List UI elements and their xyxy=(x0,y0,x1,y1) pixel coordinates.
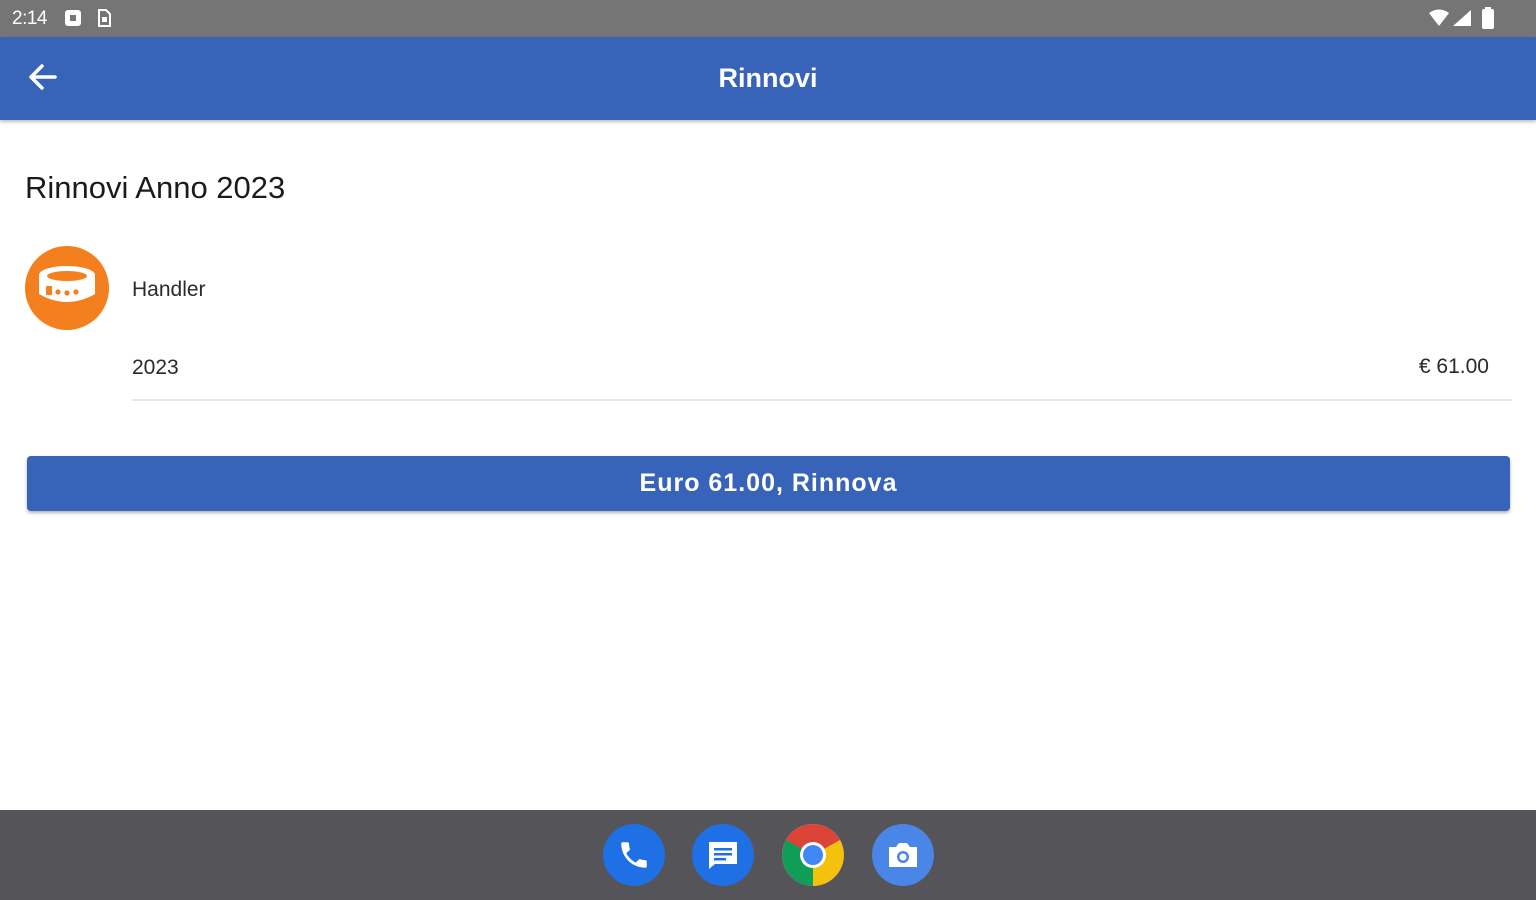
sim-icon xyxy=(96,9,112,32)
chrome-app-icon[interactable] xyxy=(782,824,844,886)
item-year: 2023 xyxy=(132,356,179,379)
section-title: Rinnovi Anno 2023 xyxy=(25,170,286,205)
phone-app-icon[interactable] xyxy=(603,824,665,886)
status-time: 2:14 xyxy=(12,8,47,29)
renew-button[interactable]: Euro 61.00, Rinnova xyxy=(27,456,1510,511)
app-bar: Rinnovi xyxy=(0,37,1536,120)
wifi-icon xyxy=(1428,9,1450,32)
collar-icon xyxy=(36,264,98,313)
item-name: Handler xyxy=(132,278,206,301)
signal-icon xyxy=(1452,9,1472,32)
camera-app-icon[interactable] xyxy=(872,824,934,886)
status-bar: 2:14 xyxy=(0,0,1536,37)
avatar xyxy=(25,246,109,330)
page-title: Rinnovi xyxy=(718,63,818,93)
item-price: € 61.00 xyxy=(1418,355,1489,378)
messages-app-icon[interactable] xyxy=(692,824,754,886)
dock xyxy=(0,810,1536,900)
divider xyxy=(132,399,1512,401)
notification-icon xyxy=(64,9,82,32)
battery-icon xyxy=(1482,7,1494,34)
